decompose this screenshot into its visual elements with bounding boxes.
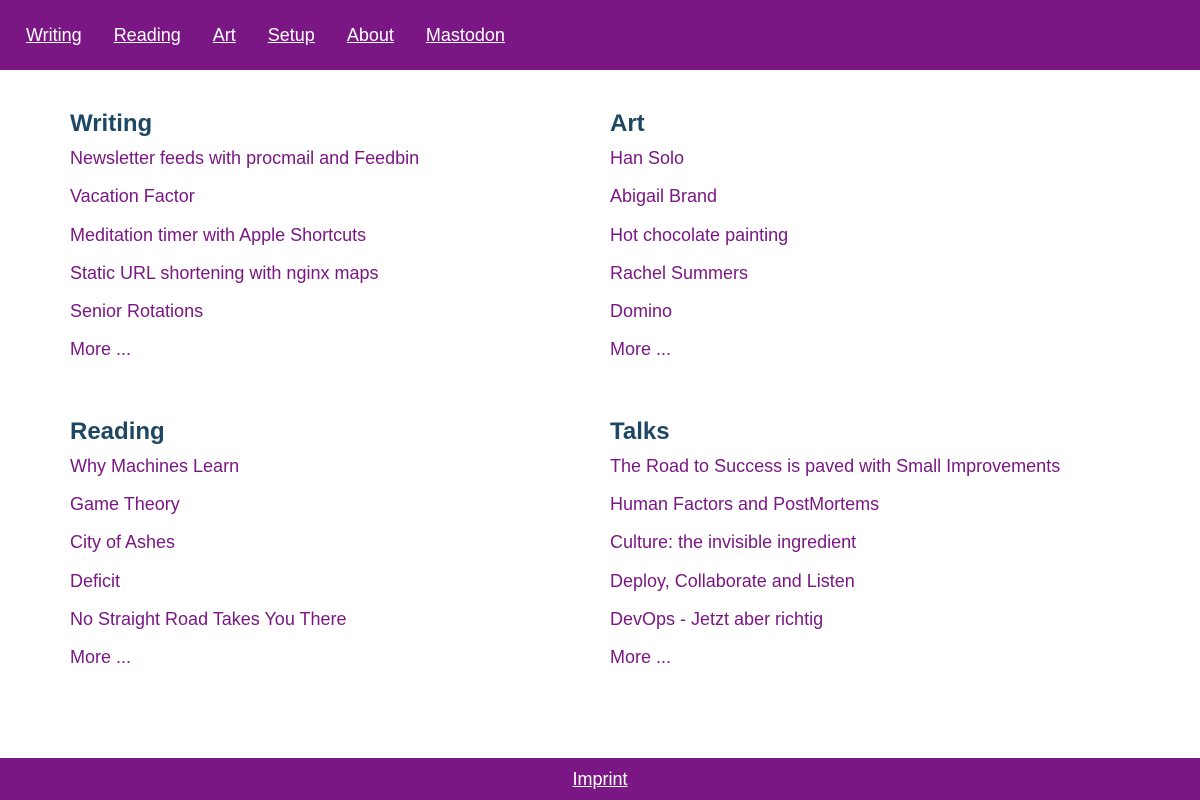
- talks-link[interactable]: Deploy, Collaborate and Listen: [610, 571, 855, 591]
- list-item: Hot chocolate painting: [610, 225, 1150, 263]
- list-item: Abigail Brand: [610, 186, 1150, 224]
- footer-bar: Imprint: [0, 758, 1200, 800]
- list-item: Domino: [610, 301, 1150, 339]
- section-title-writing: Writing: [70, 110, 153, 137]
- section-title-talks: Talks: [610, 417, 670, 445]
- list-item: The Road to Success is paved with Small …: [610, 456, 1150, 494]
- list-item: Meditation timer with Apple Shortcuts: [70, 225, 610, 263]
- list-item: Newsletter feeds with procmail and Feedb…: [70, 148, 610, 186]
- list-item: Deploy, Collaborate and Listen: [610, 571, 1150, 609]
- writing-link[interactable]: Meditation timer with Apple Shortcuts: [70, 225, 366, 245]
- art-link[interactable]: Hot chocolate painting: [610, 225, 788, 245]
- reading-list: Why Machines Learn Game Theory City of A…: [70, 456, 610, 686]
- section-talks: Talks The Road to Success is paved with …: [610, 418, 1150, 686]
- list-item: Han Solo: [610, 148, 1150, 186]
- list-item: Game Theory: [70, 494, 610, 532]
- list-item: Why Machines Learn: [70, 456, 610, 494]
- talks-link[interactable]: The Road to Success is paved with Small …: [610, 456, 1060, 476]
- writing-more-link[interactable]: More ...: [70, 339, 131, 359]
- section-title-reading: Reading: [70, 417, 165, 445]
- nav-link-about[interactable]: About: [347, 26, 394, 44]
- nav-link-art[interactable]: Art: [213, 26, 236, 44]
- writing-link[interactable]: Senior Rotations: [70, 301, 203, 321]
- main-nav: Writing Reading Art Setup About Mastodon: [0, 0, 1200, 70]
- list-item: Rachel Summers: [610, 263, 1150, 301]
- art-link[interactable]: Domino: [610, 301, 672, 321]
- reading-more-link[interactable]: More ...: [70, 647, 131, 667]
- reading-link[interactable]: Deficit: [70, 571, 120, 591]
- writing-link[interactable]: Static URL shortening with nginx maps: [70, 263, 378, 283]
- talks-link[interactable]: Culture: the invisible ingredient: [610, 532, 856, 552]
- talks-list: The Road to Success is paved with Small …: [610, 456, 1150, 686]
- section-writing: Writing Newsletter feeds with procmail a…: [70, 110, 610, 378]
- nav-link-writing[interactable]: Writing: [26, 26, 82, 44]
- list-item: No Straight Road Takes You There: [70, 609, 610, 647]
- list-item: Static URL shortening with nginx maps: [70, 263, 610, 301]
- nav-link-setup[interactable]: Setup: [268, 26, 315, 44]
- talks-link[interactable]: Human Factors and PostMortems: [610, 494, 879, 514]
- section-title-art: Art: [610, 110, 645, 137]
- list-item: DevOps - Jetzt aber richtig: [610, 609, 1150, 647]
- talks-more-link[interactable]: More ...: [610, 647, 671, 667]
- reading-link[interactable]: No Straight Road Takes You There: [70, 609, 347, 629]
- imprint-link[interactable]: Imprint: [572, 769, 627, 790]
- art-list: Han Solo Abigail Brand Hot chocolate pai…: [610, 148, 1150, 378]
- art-link[interactable]: Rachel Summers: [610, 263, 748, 283]
- art-link[interactable]: Han Solo: [610, 148, 684, 168]
- list-item: Senior Rotations: [70, 301, 610, 339]
- main-content: Writing Newsletter feeds with procmail a…: [70, 110, 1170, 686]
- nav-link-mastodon[interactable]: Mastodon: [426, 26, 505, 44]
- reading-link[interactable]: Why Machines Learn: [70, 456, 239, 476]
- writing-link[interactable]: Vacation Factor: [70, 186, 195, 206]
- section-art: Art Han Solo Abigail Brand Hot chocolate…: [610, 110, 1150, 378]
- list-item: Deficit: [70, 571, 610, 609]
- list-item: Culture: the invisible ingredient: [610, 532, 1150, 570]
- talks-link[interactable]: DevOps - Jetzt aber richtig: [610, 609, 823, 629]
- top-nav-bar: Writing Reading Art Setup About Mastodon: [0, 0, 1200, 70]
- reading-link[interactable]: Game Theory: [70, 494, 180, 514]
- writing-link[interactable]: Newsletter feeds with procmail and Feedb…: [70, 148, 419, 168]
- list-item: More ...: [70, 647, 610, 685]
- list-item: More ...: [610, 339, 1150, 377]
- list-item: More ...: [610, 647, 1150, 685]
- section-reading: Reading Why Machines Learn Game Theory C…: [70, 418, 610, 686]
- art-link[interactable]: Abigail Brand: [610, 186, 717, 206]
- list-item: City of Ashes: [70, 532, 610, 570]
- reading-link[interactable]: City of Ashes: [70, 532, 175, 552]
- list-item: Vacation Factor: [70, 186, 610, 224]
- list-item: More ...: [70, 339, 610, 377]
- writing-list: Newsletter feeds with procmail and Feedb…: [70, 148, 610, 378]
- nav-link-reading[interactable]: Reading: [114, 26, 181, 44]
- list-item: Human Factors and PostMortems: [610, 494, 1150, 532]
- art-more-link[interactable]: More ...: [610, 339, 671, 359]
